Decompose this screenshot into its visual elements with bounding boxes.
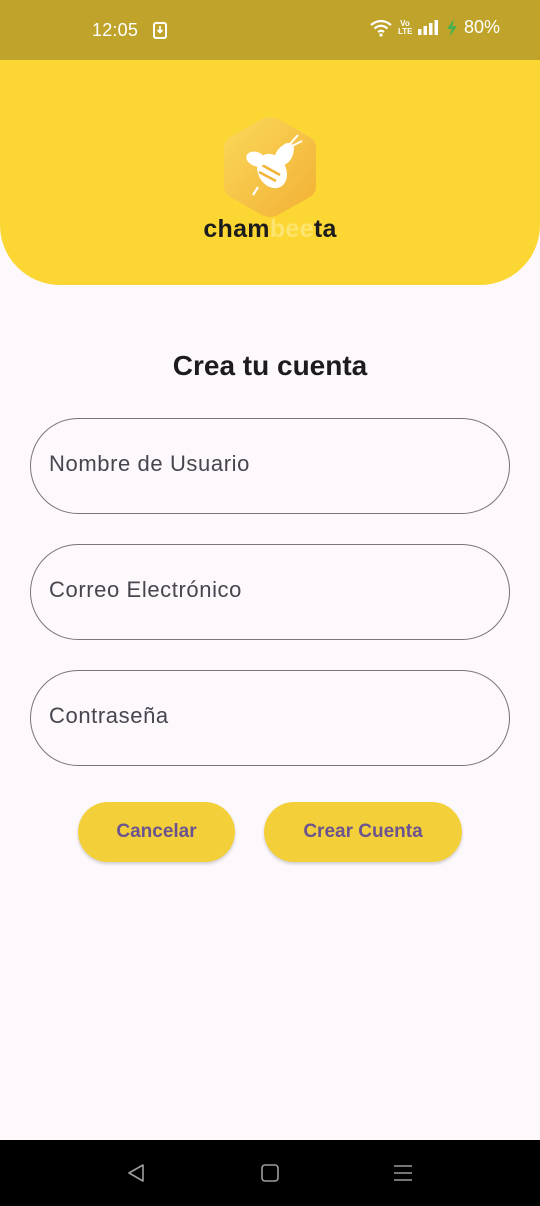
logo-text-faint: bee <box>269 215 314 243</box>
logo-wordmark: chambeeta <box>0 215 540 244</box>
page-title: Crea tu cuenta <box>172 350 368 381</box>
create-account-button[interactable]: Crear Cuenta <box>264 802 462 862</box>
password-label: Contraseña <box>49 703 169 728</box>
email-field[interactable]: Correo Electrónico <box>30 544 510 640</box>
bee-icon <box>224 117 316 217</box>
home-icon[interactable] <box>259 1162 281 1184</box>
status-icons: Vo LTE 80% <box>370 17 500 38</box>
back-icon[interactable] <box>125 1162 147 1184</box>
signal-icon <box>417 19 438 35</box>
wifi-icon <box>370 19 392 37</box>
status-time: 12:05 <box>92 20 139 40</box>
volte-bottom: LTE <box>397 26 413 36</box>
logo-text-end: ta <box>313 215 337 243</box>
cancel-button[interactable]: Cancelar <box>78 802 235 862</box>
email-label: Correo Electrónico <box>49 577 242 602</box>
charging-icon <box>446 18 457 37</box>
username-field[interactable]: Nombre de Usuario <box>30 418 510 514</box>
recents-icon[interactable] <box>392 1162 414 1184</box>
username-label: Nombre de Usuario <box>49 451 250 476</box>
status-bar: 12:05 Vo LTE 80% <box>0 0 540 60</box>
download-icon <box>153 22 167 39</box>
logo-text-start: cham <box>203 215 270 243</box>
volte-icon: Vo LTE <box>397 19 413 36</box>
navigation-bar <box>0 1140 540 1206</box>
battery-level: 80% <box>463 17 500 37</box>
password-field[interactable]: Contraseña <box>30 670 510 766</box>
